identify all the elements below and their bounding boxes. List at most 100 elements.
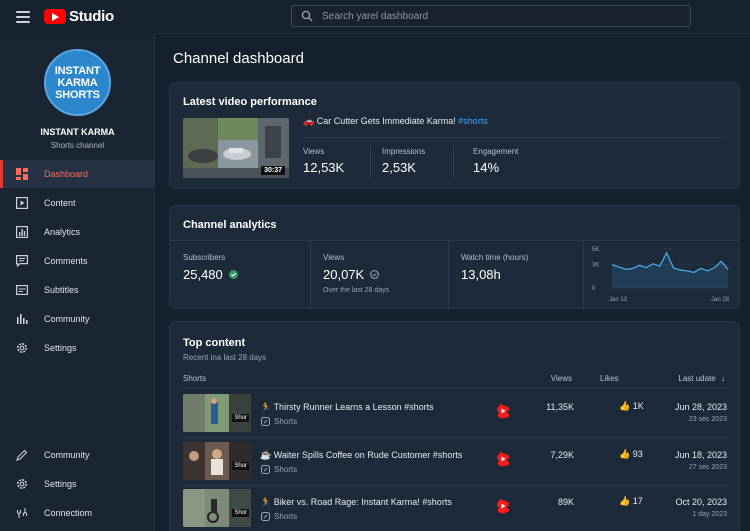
sidebar-item-label: Community [44, 314, 90, 324]
top-content-card: Top content Recent ina last 28 days Shor… [169, 321, 740, 531]
views-note: Over the last 28 days [323, 287, 390, 294]
card-title: Top content [183, 337, 246, 349]
shorts-link-icon [261, 512, 270, 521]
sidebar-item-community-bottom[interactable]: Community [0, 441, 154, 469]
divider [183, 388, 728, 389]
row-thumbnail[interactable]: Shor [183, 489, 251, 527]
thumbs-up-icon: 👍 [619, 401, 631, 411]
shorts-label: Shor [232, 509, 249, 517]
sidebar-item-subtitles[interactable]: Subtitles [0, 276, 154, 304]
search-icon [301, 10, 313, 22]
row-title[interactable]: ☕ Waiter Spills Coffee on Rude Customer … [260, 450, 462, 461]
runner-emoji-icon: 🏃 [260, 402, 272, 412]
row-title-text: Waiter Spills Coffee on Rude Customer #s… [273, 450, 463, 460]
sidebar-item-connection[interactable]: Connectiom [0, 499, 154, 527]
pencil-icon [16, 449, 28, 461]
community-icon [17, 314, 28, 324]
row-subtitle: Shorts [274, 417, 298, 426]
sidebar-item-label: Content [44, 198, 76, 208]
column-header-likes[interactable]: Likes [600, 374, 619, 383]
sidebar-item-label: Comments [44, 256, 88, 266]
studio-logo[interactable]: Studio [44, 8, 114, 25]
thumbnail-image [183, 394, 251, 432]
column-header-views[interactable]: Views [551, 374, 572, 383]
info-icon[interactable] [369, 270, 379, 279]
spark-y-tick: 3K [592, 263, 599, 269]
sidebar-item-comments[interactable]: Comments [0, 247, 154, 275]
row-date: Jun 18, 2023 [674, 450, 727, 460]
table-row[interactable]: Shor 🏃 Thirsty Runner Learns a Lesson #s… [170, 390, 741, 437]
row-subtitle: Shorts [274, 512, 298, 521]
sidebar-item-settings-bottom[interactable]: Settings [0, 470, 154, 498]
shorts-label: Shor [232, 414, 249, 422]
sort-down-icon: ↓ [721, 374, 725, 383]
spark-x-tick: Jan 13 [609, 297, 628, 303]
sidebar-item-dashboard[interactable]: Dashboard [0, 160, 154, 188]
search-input[interactable] [322, 8, 682, 24]
card-title: Latest video performance [183, 96, 317, 108]
row-subtitle: Shorts [274, 465, 298, 474]
comments-icon [16, 255, 28, 267]
shorts-label: Shor [232, 462, 249, 470]
car-emoji-icon: 🚗 [303, 116, 315, 126]
watch-time-value: 13,08h [461, 267, 501, 282]
sidebar-item-analytics[interactable]: Analytics [0, 218, 154, 246]
row-likes: 👍 1K [619, 401, 644, 412]
sidebar-item-label: Dashboard [44, 169, 89, 179]
watch-time-sparkline[interactable]: 5K 3K 0 Jan 13 Jan 28 [590, 243, 730, 303]
youtube-shorts-icon [497, 404, 509, 419]
table-row[interactable]: Shor ☕ Waiter Spills Coffee on Rude Cust… [170, 438, 741, 485]
video-thumbnail[interactable]: 30:37 [183, 118, 289, 178]
youtube-shorts-icon [497, 452, 509, 467]
row-title-text: Biker vs. Road Rage: Instant Karma! #sho… [273, 497, 452, 507]
subtitles-icon [16, 285, 28, 296]
sidebar-item-content[interactable]: Content [0, 189, 154, 217]
video-title[interactable]: 🚗 Car Cutter Gets Immediate Karma! #shor… [303, 116, 488, 127]
gear-icon [17, 343, 27, 353]
top-bar: Studio [0, 0, 750, 34]
page-title: Channel dashboard [173, 50, 304, 67]
subscribers-number: 25,480 [183, 267, 223, 282]
sidebar-item-settings[interactable]: Settings [0, 334, 154, 362]
video-tag[interactable]: #shorts [458, 116, 488, 126]
views-label: Views [323, 253, 345, 262]
row-views: 7,29K [550, 450, 574, 460]
channel-avatar[interactable]: INSTANT KARMA SHORTS [44, 49, 111, 116]
menu-icon[interactable] [16, 11, 30, 23]
row-likes-value: 17 [632, 496, 643, 506]
views-number: 20,07K [323, 267, 365, 282]
row-likes: 👍 93 [619, 449, 643, 460]
row-likes: 👍 17 [619, 496, 643, 507]
row-likes-value: 1K [632, 401, 644, 411]
watch-time-label: Watch time (hours) [461, 253, 529, 262]
check-icon [229, 270, 239, 279]
sidebar-item-label: Connectiom [44, 508, 93, 518]
biker-emoji-icon: 🏃 [260, 497, 272, 507]
spark-x-tick: Jan 28 [711, 297, 730, 303]
sidebar: INSTANT KARMA SHORTS INSTANT KARMA Short… [0, 35, 155, 531]
logo-text: Studio [69, 8, 114, 25]
thumbnail-image [183, 442, 251, 480]
link-icon [16, 508, 28, 518]
shorts-link-icon [261, 465, 270, 474]
divider [583, 241, 584, 309]
row-title[interactable]: 🏃 Thirsty Runner Learns a Lesson #shorts [260, 402, 434, 413]
sidebar-item-community[interactable]: Community [0, 305, 154, 333]
youtube-play-icon [44, 9, 66, 24]
divider [310, 241, 311, 309]
row-thumbnail[interactable]: Shor [183, 442, 251, 480]
top-content-subtitle: Recent ina last 28 days [183, 353, 267, 362]
row-thumbnail[interactable]: Shor [183, 394, 251, 432]
shorts-link-icon [261, 417, 270, 426]
channel-name: INSTANT KARMA [40, 127, 115, 137]
table-row[interactable]: Shor 🏃 Biker vs. Road Rage: Instant Karm… [170, 485, 741, 531]
column-header-date[interactable]: Last udate ↓ [678, 374, 725, 383]
metric-impressions-label: Impressions [382, 147, 426, 156]
channel-subtitle: Shorts channel [50, 141, 105, 150]
divider [303, 137, 727, 138]
row-title[interactable]: 🏃 Biker vs. Road Rage: Instant Karma! #s… [260, 497, 452, 508]
sidebar-item-label: Analytics [44, 227, 81, 237]
avatar-text: INSTANT KARMA SHORTS [54, 64, 101, 101]
content-icon [16, 197, 28, 209]
search-box[interactable] [291, 5, 691, 27]
